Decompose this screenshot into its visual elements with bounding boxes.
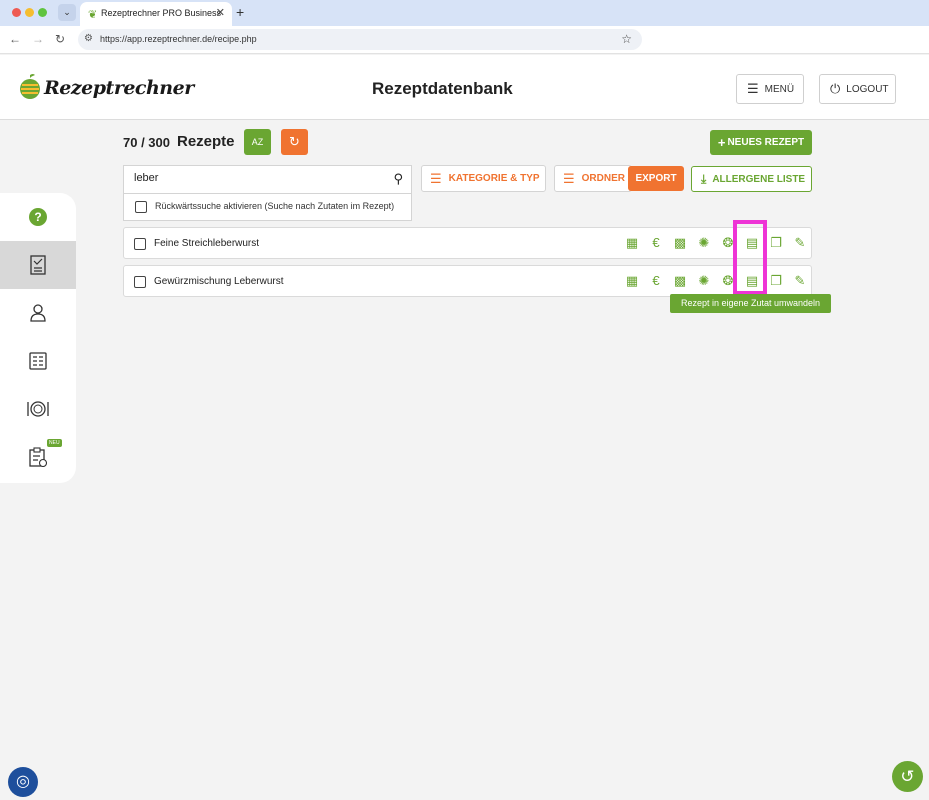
- highlight-box: [733, 220, 767, 295]
- search-box: ⚲: [123, 165, 412, 194]
- recipe-name[interactable]: Feine Streichleberwurst: [154, 238, 259, 249]
- sidebar-item-ingredients[interactable]: [0, 337, 76, 385]
- back-arrow-icon[interactable]: ←: [9, 32, 21, 46]
- filter-icon: ☰: [563, 170, 575, 186]
- table-row[interactable]: Feine Streichleberwurst ▦ € ▩ ✺ ❂ ▤ ❐ ✎: [123, 227, 812, 259]
- reverse-search-option: Rückwärtssuche aktivieren (Suche nach Zu…: [123, 194, 412, 221]
- sidebar-item-recipes[interactable]: [0, 241, 76, 289]
- bookmark-star-icon[interactable]: ☆: [621, 32, 632, 46]
- question-circle-icon: ?: [29, 208, 47, 226]
- forward-arrow-icon[interactable]: →: [32, 32, 44, 46]
- tab-close-icon[interactable]: ✕: [216, 6, 225, 19]
- edit-icon[interactable]: ✎: [792, 272, 808, 290]
- recipe-name[interactable]: Gewürzmischung Leberwurst: [154, 276, 284, 287]
- reload-icon[interactable]: ↻: [55, 32, 65, 46]
- plus-icon: +: [717, 135, 726, 150]
- sort-az-button[interactable]: AZ: [244, 129, 271, 155]
- download-icon: ⤓: [701, 171, 707, 186]
- apple-logo-icon: [20, 74, 40, 99]
- menu-label: MENÜ: [764, 83, 795, 95]
- row-checkbox[interactable]: [134, 276, 146, 288]
- export-button[interactable]: EXPORT: [628, 166, 684, 191]
- new-recipe-button[interactable]: + NEUES REZEPT: [710, 130, 812, 155]
- url-text[interactable]: https://app.rezeptrechner.de/recipe.php: [100, 34, 257, 44]
- allergen-list-button[interactable]: ⤓ ALLERGENE LISTE: [691, 166, 812, 192]
- sidebar: ? NEU: [0, 193, 76, 483]
- tab-list-chevron-icon[interactable]: ⌄: [58, 4, 76, 21]
- recipes-heading: Rezepte: [177, 133, 235, 150]
- reverse-search-label[interactable]: Rückwärtssuche aktivieren (Suche nach Zu…: [155, 201, 394, 211]
- nutrition-label-icon[interactable]: ▦: [624, 272, 640, 290]
- search-icon[interactable]: ⚲: [393, 171, 403, 187]
- page-title: Rezeptdatenbank: [372, 79, 513, 98]
- fingerprint-icon[interactable]: ◎: [8, 767, 38, 797]
- copy-icon[interactable]: ❐: [768, 272, 784, 290]
- favicon-icon: ❦: [88, 9, 98, 21]
- address-bar[interactable]: ⚙ https://app.rezeptrechner.de/recipe.ph…: [78, 29, 642, 50]
- logout-button[interactable]: ⏻ LOGOUT: [819, 74, 896, 104]
- hamburger-icon: ☰: [747, 81, 759, 96]
- copy-icon[interactable]: ❐: [768, 234, 784, 252]
- plate-cutlery-icon: [27, 401, 49, 417]
- logout-label: LOGOUT: [846, 83, 889, 95]
- sidebar-item-profile[interactable]: [0, 289, 76, 337]
- new-recipe-label: NEUES REZEPT: [727, 137, 805, 148]
- browser-tab-bar: ⌄ ❦ Rezeptrechner PRO Business ✕ +: [0, 0, 929, 26]
- user-icon: [30, 304, 46, 322]
- window-close-dot[interactable]: [12, 8, 21, 17]
- allergen-list-label: ALLERGENE LISTE: [712, 173, 806, 185]
- browser-toolbar: ← → ↻ ⚙ https://app.rezeptrechner.de/rec…: [0, 26, 929, 54]
- folder-filter-label: ORDNER: [581, 173, 625, 184]
- table-row[interactable]: Gewürzmischung Leberwurst ▦ € ▩ ✺ ❂ ▤ ❐ …: [123, 265, 812, 297]
- qr-code-icon[interactable]: ▩: [672, 234, 688, 252]
- nutrition-label-icon[interactable]: ▦: [624, 234, 640, 252]
- sidebar-item-help[interactable]: ?: [0, 193, 76, 241]
- category-filter-label: KATEGORIE & TYP: [448, 173, 540, 184]
- euro-icon[interactable]: €: [648, 234, 664, 252]
- site-settings-icon[interactable]: ⚙: [84, 33, 93, 44]
- logo-wordmark[interactable]: Rezeptrechner: [44, 77, 194, 99]
- euro-icon[interactable]: €: [648, 272, 664, 290]
- menu-button[interactable]: ☰ MENÜ: [736, 74, 804, 104]
- search-input[interactable]: [134, 172, 384, 184]
- window-zoom-dot[interactable]: [38, 8, 47, 17]
- refresh-button[interactable]: ↻: [281, 129, 308, 155]
- sidebar-item-checklist[interactable]: NEU: [0, 433, 76, 481]
- power-icon: ⏻: [830, 81, 841, 96]
- new-tab-button[interactable]: +: [236, 4, 244, 20]
- category-type-filter-button[interactable]: ☰ KATEGORIE & TYP: [421, 165, 546, 192]
- list-card-icon: [29, 352, 47, 370]
- recipe-document-icon: [30, 255, 46, 275]
- sidebar-item-menus[interactable]: [0, 385, 76, 433]
- undo-icon[interactable]: ↺: [892, 761, 923, 792]
- clipboard-check-icon: [29, 447, 47, 467]
- window-minimize-dot[interactable]: [25, 8, 34, 17]
- refresh-icon: ↻: [289, 134, 300, 149]
- tooltip: Rezept in eigene Zutat umwandeln: [670, 294, 831, 313]
- recipe-count: 70 / 300: [123, 135, 170, 150]
- settings-gear-icon[interactable]: ✺: [696, 234, 712, 252]
- reverse-search-checkbox[interactable]: [135, 201, 147, 213]
- edit-icon[interactable]: ✎: [792, 234, 808, 252]
- settings-gear-icon[interactable]: ✺: [696, 272, 712, 290]
- row-checkbox[interactable]: [134, 238, 146, 250]
- folder-filter-button[interactable]: ☰ ORDNER: [554, 165, 632, 192]
- browser-tab-active[interactable]: ❦ Rezeptrechner PRO Business ✕: [80, 2, 232, 26]
- app-header: Rezeptrechner Rezeptdatenbank ☰ MENÜ ⏻ L…: [0, 55, 929, 120]
- new-badge: NEU: [47, 439, 62, 447]
- filter-icon: ☰: [430, 170, 442, 186]
- tab-title: Rezeptrechner PRO Business: [101, 8, 222, 18]
- qr-code-icon[interactable]: ▩: [672, 272, 688, 290]
